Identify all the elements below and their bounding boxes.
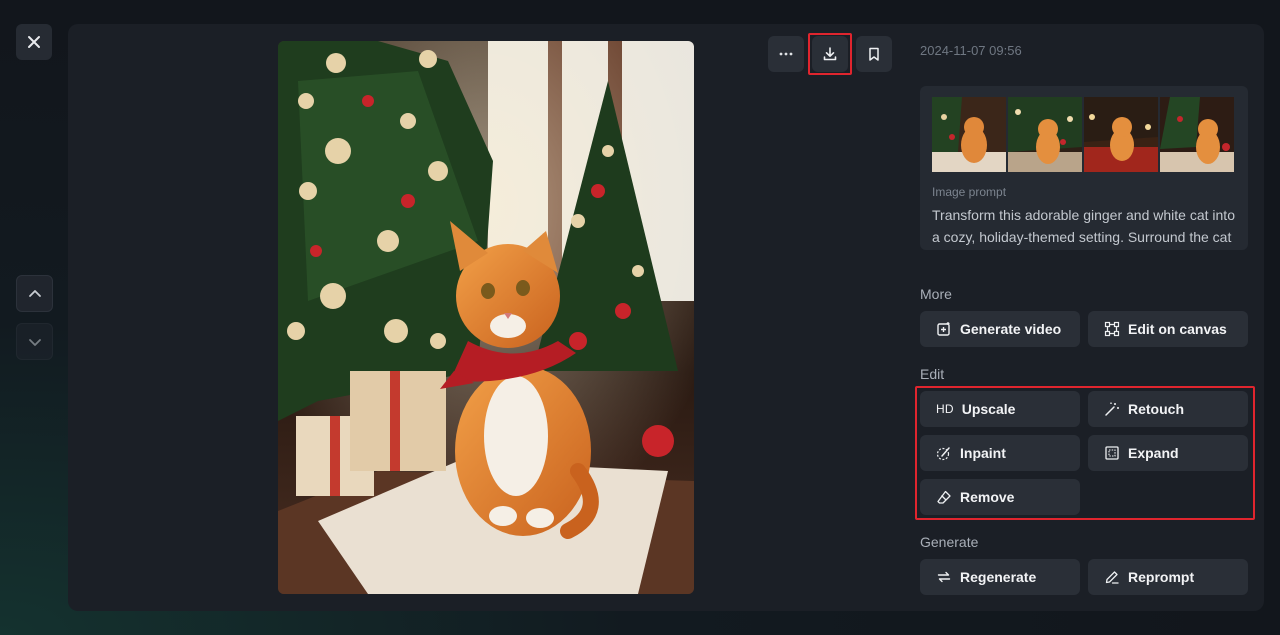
magic-wand-icon (1104, 401, 1120, 417)
next-image-button[interactable] (16, 323, 53, 360)
inpaint-label: Inpaint (960, 445, 1006, 461)
chevron-up-icon (28, 289, 41, 297)
eraser-icon (936, 489, 952, 505)
generate-video-label: Generate video (960, 321, 1062, 337)
more-section-label: More (920, 286, 952, 302)
inpaint-button[interactable]: Inpaint (920, 435, 1080, 471)
download-icon (823, 47, 837, 61)
more-options-button[interactable] (768, 36, 804, 72)
edit-on-canvas-label: Edit on canvas (1128, 321, 1227, 337)
timestamp: 2024-11-07 09:56 (920, 43, 1022, 58)
upscale-button[interactable]: HD Upscale (920, 391, 1080, 427)
close-icon (28, 36, 40, 48)
retouch-label: Retouch (1128, 401, 1184, 417)
reprompt-button[interactable]: Reprompt (1088, 559, 1248, 595)
inpaint-brush-icon (936, 445, 952, 461)
previous-image-button[interactable] (16, 275, 53, 312)
regenerate-button[interactable]: Regenerate (920, 559, 1080, 595)
download-button[interactable] (812, 36, 848, 72)
regenerate-icon (936, 569, 952, 585)
edit-on-canvas-button[interactable]: Edit on canvas (1088, 311, 1248, 347)
generated-image[interactable] (278, 41, 694, 594)
regenerate-label: Regenerate (960, 569, 1037, 585)
reference-thumbnails (932, 97, 1234, 172)
pen-icon (1104, 569, 1120, 585)
thumbnail[interactable] (1008, 97, 1082, 172)
thumbnail[interactable] (1160, 97, 1234, 172)
expand-button[interactable]: Expand (1088, 435, 1248, 471)
prompt-text: Transform this adorable ginger and white… (932, 207, 1235, 245)
remove-label: Remove (960, 489, 1015, 505)
chevron-down-icon (28, 338, 41, 346)
expand-icon (1104, 445, 1120, 461)
hd-icon: HD (936, 402, 954, 416)
expand-label: Expand (1128, 445, 1179, 461)
prompt-card: Image prompt Transform this adorable gin… (920, 86, 1248, 250)
edit-section-label: Edit (920, 366, 945, 382)
generate-video-button[interactable]: Generate video (920, 311, 1080, 347)
bookmark-button[interactable] (856, 36, 892, 72)
retouch-button[interactable]: Retouch (1088, 391, 1248, 427)
generate-section-label: Generate (920, 534, 979, 550)
canvas-icon (1104, 321, 1120, 337)
thumbnail[interactable] (1084, 97, 1158, 172)
upscale-label: Upscale (961, 401, 1016, 417)
reprompt-label: Reprompt (1128, 569, 1195, 585)
video-add-icon (936, 321, 952, 337)
ellipsis-icon (779, 52, 793, 56)
bookmark-icon (869, 47, 879, 61)
close-button[interactable] (16, 24, 52, 60)
prompt-label: Image prompt (932, 185, 1007, 199)
remove-button[interactable]: Remove (920, 479, 1080, 515)
thumbnail[interactable] (932, 97, 1006, 172)
